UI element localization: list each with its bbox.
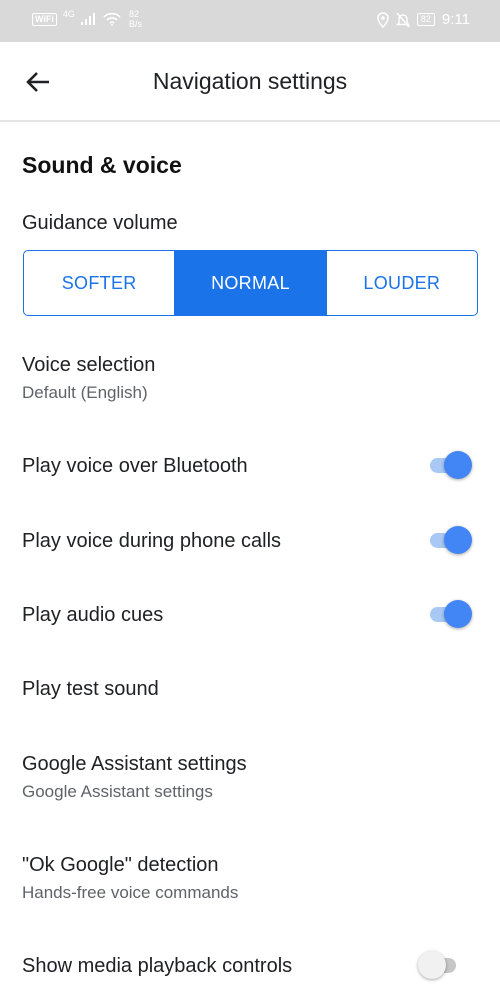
media-playback-controls-label: Show media playback controls: [22, 955, 293, 977]
ok-google-detection-label: "Ok Google" detection: [22, 854, 219, 876]
guidance-volume-selector: SOFTER NORMAL LOUDER: [23, 250, 478, 316]
volume-normal-button[interactable]: NORMAL: [175, 251, 327, 315]
network-gen: 4G: [62, 9, 75, 19]
phone-calls-voice-label: Play voice during phone calls: [22, 530, 282, 552]
voice-selection-label: Voice selection: [22, 354, 156, 376]
status-right: 82 9:11: [377, 11, 470, 28]
audio-cues-toggle[interactable]: [428, 599, 472, 629]
google-assistant-settings-subtitle: Google Assistant settings: [22, 782, 213, 801]
status-time: 9:11: [441, 11, 470, 28]
voice-selection-value: Default (English): [22, 383, 148, 402]
toggle-thumb: [444, 526, 472, 554]
guidance-volume-label: Guidance volume: [22, 212, 178, 234]
toggle-thumb: [444, 451, 472, 479]
wifi-icon: [103, 12, 121, 26]
volume-softer-button[interactable]: SOFTER: [24, 251, 176, 315]
volume-louder-button[interactable]: LOUDER: [327, 251, 477, 315]
network-speed-unit: B/s: [128, 19, 142, 29]
bluetooth-voice-toggle[interactable]: [428, 450, 472, 480]
status-bar: WiFi 4G 82 B/s 82 9:11: [0, 0, 500, 42]
section-title-sound-voice: Sound & voice: [22, 152, 182, 178]
location-icon: [377, 11, 389, 28]
notifications-off-icon: [395, 12, 410, 27]
wifi-badge: WiFi: [32, 12, 57, 26]
play-test-sound-button[interactable]: Play test sound: [22, 678, 159, 701]
battery-indicator: 82: [416, 13, 435, 26]
toggle-thumb: [444, 600, 472, 628]
signal-icon: [80, 13, 95, 25]
app-bar: Navigation settings: [0, 42, 500, 122]
ok-google-detection-subtitle: Hands-free voice commands: [22, 883, 239, 902]
google-assistant-settings-label: Google Assistant settings: [22, 753, 247, 775]
media-playback-controls-toggle[interactable]: [418, 950, 462, 980]
phone-calls-voice-toggle[interactable]: [428, 525, 472, 555]
bluetooth-voice-label: Play voice over Bluetooth: [22, 455, 248, 477]
network-speed-value: 82: [128, 9, 139, 19]
toggle-thumb: [418, 951, 446, 979]
audio-cues-label: Play audio cues: [22, 604, 164, 626]
status-left: WiFi 4G 82 B/s: [32, 9, 142, 29]
page-title: Navigation settings: [152, 68, 348, 94]
network-speed: 82 B/s: [129, 9, 142, 29]
